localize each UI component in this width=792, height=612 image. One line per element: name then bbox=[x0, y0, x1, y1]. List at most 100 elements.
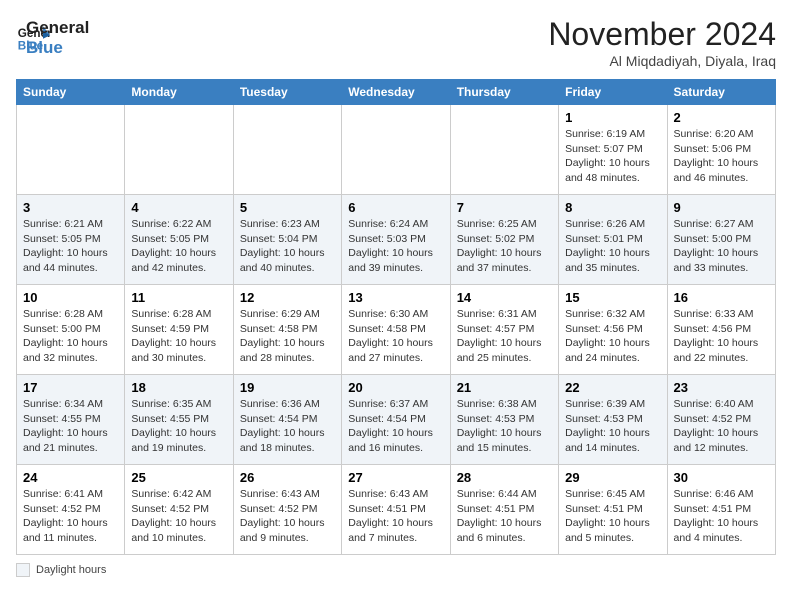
day-info: Sunrise: 6:39 AM Sunset: 4:53 PM Dayligh… bbox=[565, 397, 660, 456]
day-info: Sunrise: 6:35 AM Sunset: 4:55 PM Dayligh… bbox=[131, 397, 226, 456]
header-saturday: Saturday bbox=[667, 80, 775, 105]
day-cell: 23 Sunrise: 6:40 AM Sunset: 4:52 PM Dayli… bbox=[667, 375, 775, 465]
day-number: 20 bbox=[348, 380, 443, 395]
day-number: 12 bbox=[240, 290, 335, 305]
day-cell: 27 Sunrise: 6:43 AM Sunset: 4:51 PM Dayli… bbox=[342, 465, 450, 555]
day-cell: 28 Sunrise: 6:44 AM Sunset: 4:51 PM Dayli… bbox=[450, 465, 558, 555]
day-number: 16 bbox=[674, 290, 769, 305]
day-info: Sunrise: 6:28 AM Sunset: 5:00 PM Dayligh… bbox=[23, 307, 118, 366]
title-block: November 2024 Al Miqdadiyah, Diyala, Ira… bbox=[548, 16, 776, 69]
day-cell: 30 Sunrise: 6:46 AM Sunset: 4:51 PM Dayli… bbox=[667, 465, 775, 555]
day-info: Sunrise: 6:29 AM Sunset: 4:58 PM Dayligh… bbox=[240, 307, 335, 366]
day-info: Sunrise: 6:38 AM Sunset: 4:53 PM Dayligh… bbox=[457, 397, 552, 456]
week-row-5: 24 Sunrise: 6:41 AM Sunset: 4:52 PM Dayli… bbox=[17, 465, 776, 555]
day-number: 11 bbox=[131, 290, 226, 305]
week-row-4: 17 Sunrise: 6:34 AM Sunset: 4:55 PM Dayli… bbox=[17, 375, 776, 465]
day-cell bbox=[233, 105, 341, 195]
day-number: 14 bbox=[457, 290, 552, 305]
legend-label: Daylight hours bbox=[36, 564, 106, 576]
day-number: 2 bbox=[674, 110, 769, 125]
week-row-3: 10 Sunrise: 6:28 AM Sunset: 5:00 PM Dayli… bbox=[17, 285, 776, 375]
calendar-table: SundayMondayTuesdayWednesdayThursdayFrid… bbox=[16, 79, 776, 555]
logo-blue: Blue bbox=[26, 38, 89, 58]
day-number: 10 bbox=[23, 290, 118, 305]
day-info: Sunrise: 6:45 AM Sunset: 4:51 PM Dayligh… bbox=[565, 487, 660, 546]
day-number: 1 bbox=[565, 110, 660, 125]
day-info: Sunrise: 6:25 AM Sunset: 5:02 PM Dayligh… bbox=[457, 217, 552, 276]
day-cell: 15 Sunrise: 6:32 AM Sunset: 4:56 PM Dayli… bbox=[559, 285, 667, 375]
day-cell: 3 Sunrise: 6:21 AM Sunset: 5:05 PM Daylig… bbox=[17, 195, 125, 285]
day-info: Sunrise: 6:26 AM Sunset: 5:01 PM Dayligh… bbox=[565, 217, 660, 276]
day-number: 13 bbox=[348, 290, 443, 305]
day-info: Sunrise: 6:40 AM Sunset: 4:52 PM Dayligh… bbox=[674, 397, 769, 456]
header-sunday: Sunday bbox=[17, 80, 125, 105]
day-number: 19 bbox=[240, 380, 335, 395]
day-cell bbox=[450, 105, 558, 195]
logo: General Blue General Blue bbox=[16, 16, 89, 59]
day-cell: 22 Sunrise: 6:39 AM Sunset: 4:53 PM Dayli… bbox=[559, 375, 667, 465]
day-number: 9 bbox=[674, 200, 769, 215]
week-row-2: 3 Sunrise: 6:21 AM Sunset: 5:05 PM Daylig… bbox=[17, 195, 776, 285]
day-number: 24 bbox=[23, 470, 118, 485]
day-cell: 1 Sunrise: 6:19 AM Sunset: 5:07 PM Daylig… bbox=[559, 105, 667, 195]
day-info: Sunrise: 6:30 AM Sunset: 4:58 PM Dayligh… bbox=[348, 307, 443, 366]
day-info: Sunrise: 6:43 AM Sunset: 4:51 PM Dayligh… bbox=[348, 487, 443, 546]
header-monday: Monday bbox=[125, 80, 233, 105]
day-cell: 29Sunrise: 6:45 AM Sunset: 4:51 PM Dayli… bbox=[559, 465, 667, 555]
day-number: 30 bbox=[674, 470, 769, 485]
day-cell: 5Sunrise: 6:23 AM Sunset: 5:04 PM Daylig… bbox=[233, 195, 341, 285]
day-number: 23 bbox=[674, 380, 769, 395]
day-cell: 6Sunrise: 6:24 AM Sunset: 5:03 PM Daylig… bbox=[342, 195, 450, 285]
day-cell: 8 Sunrise: 6:26 AM Sunset: 5:01 PM Daylig… bbox=[559, 195, 667, 285]
day-cell: 18 Sunrise: 6:35 AM Sunset: 4:55 PM Dayli… bbox=[125, 375, 233, 465]
day-info: Sunrise: 6:20 AM Sunset: 5:06 PM Dayligh… bbox=[674, 127, 769, 186]
day-info: Sunrise: 6:21 AM Sunset: 5:05 PM Dayligh… bbox=[23, 217, 118, 276]
day-number: 4 bbox=[131, 200, 226, 215]
day-info: Sunrise: 6:37 AM Sunset: 4:54 PM Dayligh… bbox=[348, 397, 443, 456]
day-cell: 10 Sunrise: 6:28 AM Sunset: 5:00 PM Dayli… bbox=[17, 285, 125, 375]
day-cell bbox=[17, 105, 125, 195]
day-cell: 19 Sunrise: 6:36 AM Sunset: 4:54 PM Dayli… bbox=[233, 375, 341, 465]
day-info: Sunrise: 6:41 AM Sunset: 4:52 PM Dayligh… bbox=[23, 487, 118, 546]
day-number: 3 bbox=[23, 200, 118, 215]
day-info: Sunrise: 6:36 AM Sunset: 4:54 PM Dayligh… bbox=[240, 397, 335, 456]
day-number: 8 bbox=[565, 200, 660, 215]
day-number: 27 bbox=[348, 470, 443, 485]
day-info: Sunrise: 6:32 AM Sunset: 4:56 PM Dayligh… bbox=[565, 307, 660, 366]
day-number: 6 bbox=[348, 200, 443, 215]
day-info: Sunrise: 6:46 AM Sunset: 4:51 PM Dayligh… bbox=[674, 487, 769, 546]
week-row-1: 1 Sunrise: 6:19 AM Sunset: 5:07 PM Daylig… bbox=[17, 105, 776, 195]
day-cell: 21 Sunrise: 6:38 AM Sunset: 4:53 PM Dayli… bbox=[450, 375, 558, 465]
day-cell: 16 Sunrise: 6:33 AM Sunset: 4:56 PM Dayli… bbox=[667, 285, 775, 375]
day-number: 18 bbox=[131, 380, 226, 395]
page-header: General Blue General Blue November 2024 … bbox=[16, 16, 776, 69]
day-number: 21 bbox=[457, 380, 552, 395]
header-tuesday: Tuesday bbox=[233, 80, 341, 105]
header-friday: Friday bbox=[559, 80, 667, 105]
day-info: Sunrise: 6:42 AM Sunset: 4:52 PM Dayligh… bbox=[131, 487, 226, 546]
day-info: Sunrise: 6:33 AM Sunset: 4:56 PM Dayligh… bbox=[674, 307, 769, 366]
day-info: Sunrise: 6:34 AM Sunset: 4:55 PM Dayligh… bbox=[23, 397, 118, 456]
day-cell: 4 Sunrise: 6:22 AM Sunset: 5:05 PM Daylig… bbox=[125, 195, 233, 285]
day-info: Sunrise: 6:43 AM Sunset: 4:52 PM Dayligh… bbox=[240, 487, 335, 546]
day-cell: 13 Sunrise: 6:30 AM Sunset: 4:58 PM Dayli… bbox=[342, 285, 450, 375]
day-number: 25 bbox=[131, 470, 226, 485]
day-number: 7 bbox=[457, 200, 552, 215]
day-info: Sunrise: 6:44 AM Sunset: 4:51 PM Dayligh… bbox=[457, 487, 552, 546]
calendar-header-row: SundayMondayTuesdayWednesdayThursdayFrid… bbox=[17, 80, 776, 105]
day-cell: 9Sunrise: 6:27 AM Sunset: 5:00 PM Daylig… bbox=[667, 195, 775, 285]
day-cell bbox=[125, 105, 233, 195]
day-info: Sunrise: 6:22 AM Sunset: 5:05 PM Dayligh… bbox=[131, 217, 226, 276]
day-number: 15 bbox=[565, 290, 660, 305]
day-info: Sunrise: 6:19 AM Sunset: 5:07 PM Dayligh… bbox=[565, 127, 660, 186]
day-cell bbox=[342, 105, 450, 195]
day-number: 5 bbox=[240, 200, 335, 215]
day-number: 22 bbox=[565, 380, 660, 395]
location: Al Miqdadiyah, Diyala, Iraq bbox=[548, 53, 776, 69]
day-info: Sunrise: 6:28 AM Sunset: 4:59 PM Dayligh… bbox=[131, 307, 226, 366]
day-cell: 12 Sunrise: 6:29 AM Sunset: 4:58 PM Dayli… bbox=[233, 285, 341, 375]
logo-general: General bbox=[26, 18, 89, 38]
day-number: 17 bbox=[23, 380, 118, 395]
day-number: 28 bbox=[457, 470, 552, 485]
day-info: Sunrise: 6:31 AM Sunset: 4:57 PM Dayligh… bbox=[457, 307, 552, 366]
